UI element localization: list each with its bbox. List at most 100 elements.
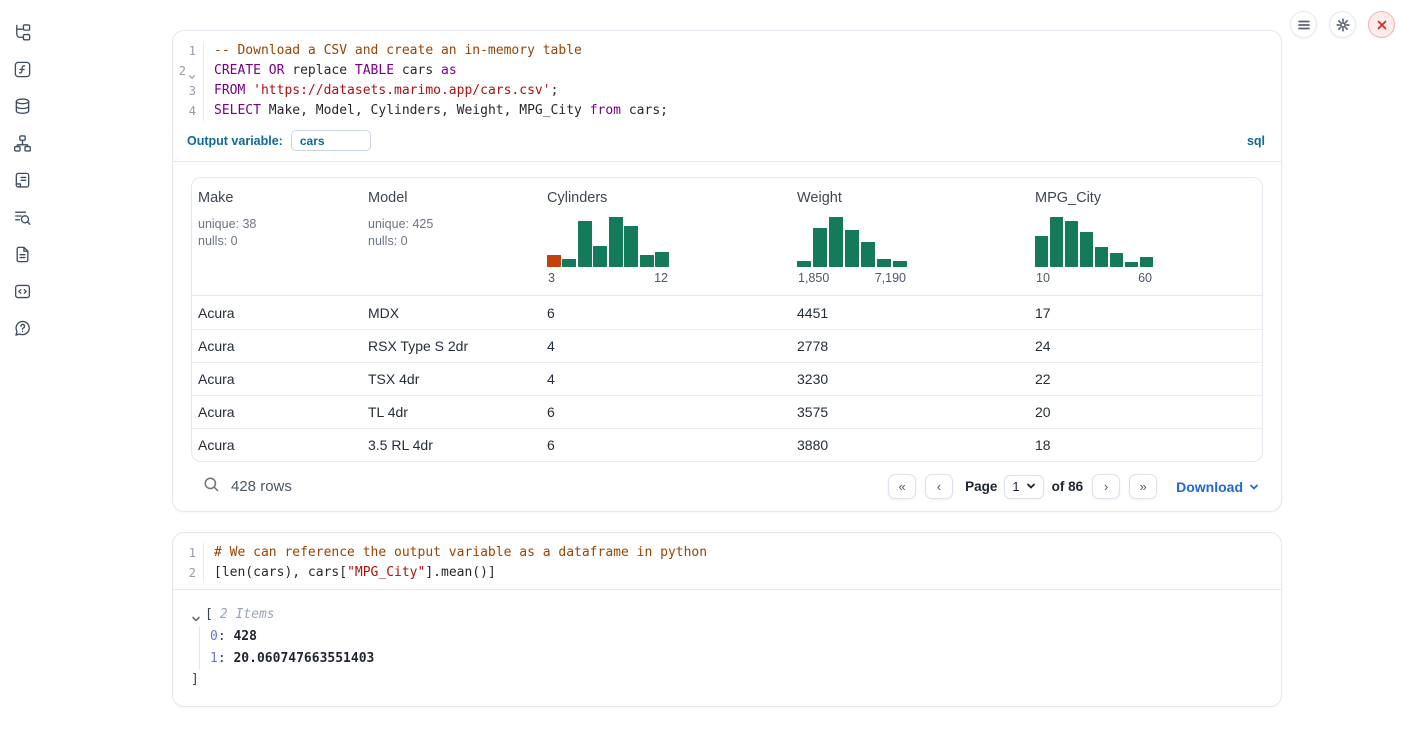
histogram-bar[interactable]	[877, 259, 891, 267]
histogram-range-labels: 312	[547, 271, 669, 285]
code-line: 1-- Download a CSV and create an in-memo…	[173, 41, 1281, 61]
snippets-icon[interactable]	[12, 281, 32, 301]
histogram-bar[interactable]	[562, 259, 576, 267]
table-row[interactable]: AcuraRSX Type S 2dr4277824	[192, 329, 1262, 362]
output-variable-input[interactable]	[291, 130, 371, 151]
table-row[interactable]: AcuraTL 4dr6357520	[192, 395, 1262, 428]
table-header: Makeunique: 38nulls: 0Modelunique: 425nu…	[192, 178, 1262, 296]
histogram-bar[interactable]	[813, 228, 827, 267]
histogram-bar[interactable]	[624, 226, 638, 267]
column-header-mpg_city[interactable]: MPG_City1060	[1029, 190, 1262, 285]
last-page-button[interactable]: »	[1129, 474, 1157, 499]
column-header-make[interactable]: Makeunique: 38nulls: 0	[192, 190, 362, 285]
histogram-bar[interactable]	[861, 242, 875, 267]
histogram-bar[interactable]	[1095, 247, 1108, 267]
table-cell: Acura	[192, 437, 362, 453]
column-title: MPG_City	[1035, 190, 1262, 206]
table-cell: 2778	[791, 338, 1029, 354]
column-header-model[interactable]: Modelunique: 425nulls: 0	[362, 190, 541, 285]
code-line: 3FROM 'https://datasets.marimo.app/cars.…	[173, 81, 1281, 101]
dependency-graph-icon[interactable]	[12, 133, 32, 153]
table-cell: 20	[1029, 404, 1262, 420]
null-count: nulls: 0	[198, 233, 362, 250]
code-text: FROM 'https://datasets.marimo.app/cars.c…	[204, 81, 558, 101]
histogram-bar[interactable]	[829, 217, 843, 267]
page-select[interactable]: 1	[1004, 475, 1043, 499]
column-histogram[interactable]	[797, 217, 907, 267]
histogram-bar[interactable]	[1035, 236, 1048, 267]
table-row[interactable]: AcuraTSX 4dr4323022	[192, 362, 1262, 395]
histogram-bar[interactable]	[547, 255, 561, 268]
scratchpad-icon[interactable]	[12, 170, 32, 190]
histogram-bar[interactable]	[655, 252, 669, 267]
column-header-cylinders[interactable]: Cylinders312	[541, 190, 791, 285]
histogram-bar[interactable]	[640, 255, 654, 267]
table-cell: 4	[541, 371, 791, 387]
table-cell: 3230	[791, 371, 1029, 387]
code-text: CREATE OR replace TABLE cars as	[204, 61, 457, 81]
table-cell: Acura	[192, 305, 362, 321]
histogram-bar[interactable]	[797, 261, 811, 267]
table-cell: RSX Type S 2dr	[362, 338, 541, 354]
table-cell: Acura	[192, 404, 362, 420]
close-icon[interactable]	[1368, 11, 1395, 38]
file-tree-icon[interactable]	[12, 22, 32, 42]
histogram-bar[interactable]	[578, 221, 592, 267]
fold-chevron-icon[interactable]	[188, 67, 196, 75]
column-stats: unique: 38nulls: 0	[198, 216, 362, 249]
tree-root-row: [ 2 Items	[191, 604, 1265, 625]
table-footer: 428 rows « ‹ Page 1 of 86 › » Download	[191, 474, 1263, 499]
table-row[interactable]: Acura3.5 RL 4dr6388018	[192, 428, 1262, 461]
table-cell: 3.5 RL 4dr	[362, 437, 541, 453]
histogram-bar[interactable]	[845, 230, 859, 268]
python-code-editor[interactable]: 1# We can reference the output variable …	[173, 533, 1281, 589]
table-cell: 3880	[791, 437, 1029, 453]
histogram-bar[interactable]	[1125, 262, 1138, 267]
column-histogram[interactable]	[547, 217, 669, 267]
next-page-button[interactable]: ›	[1092, 474, 1120, 499]
function-icon[interactable]	[12, 59, 32, 79]
documentation-icon[interactable]	[12, 244, 32, 264]
table-cell: TSX 4dr	[362, 371, 541, 387]
search-icon[interactable]	[203, 476, 220, 498]
line-number: 4	[173, 101, 204, 121]
table-cell: 3575	[791, 404, 1029, 420]
settings-gear-icon[interactable]	[1329, 11, 1356, 38]
tree-entries: 0: 4281: 20.060747663551403	[199, 626, 1265, 670]
collapse-chevron-icon[interactable]	[191, 610, 201, 620]
sql-cell-output: Makeunique: 38nulls: 0Modelunique: 425nu…	[173, 162, 1281, 511]
entry-value: 20.060747663551403	[233, 651, 374, 666]
line-number: 2	[173, 61, 204, 81]
histogram-bar[interactable]	[609, 217, 623, 267]
table-cell: TL 4dr	[362, 404, 541, 420]
download-button[interactable]: Download	[1176, 479, 1259, 495]
table-row[interactable]: AcuraMDX6445117	[192, 296, 1262, 329]
left-sidebar	[0, 0, 44, 729]
hist-min-label: 10	[1036, 271, 1050, 285]
help-icon[interactable]	[12, 318, 32, 338]
download-label: Download	[1176, 479, 1243, 495]
histogram-bar[interactable]	[1065, 221, 1078, 267]
table-cell: 22	[1029, 371, 1262, 387]
database-icon[interactable]	[12, 96, 32, 116]
column-histogram[interactable]	[1035, 217, 1153, 267]
table-cell: 4451	[791, 305, 1029, 321]
histogram-bar[interactable]	[593, 246, 607, 267]
page-total-label: of 86	[1052, 479, 1084, 494]
unique-count: unique: 38	[198, 216, 362, 233]
table-cell: MDX	[362, 305, 541, 321]
previous-page-button[interactable]: ‹	[925, 474, 953, 499]
histogram-bar[interactable]	[893, 261, 907, 267]
histogram-bar[interactable]	[1080, 232, 1093, 267]
column-header-weight[interactable]: Weight1,8507,190	[791, 190, 1029, 285]
find-search-icon[interactable]	[12, 207, 32, 227]
histogram-bar[interactable]	[1140, 257, 1153, 267]
close-bracket: ]	[191, 670, 1265, 690]
table-body: AcuraMDX6445117AcuraRSX Type S 2dr427782…	[192, 296, 1262, 461]
hist-max-label: 7,190	[875, 271, 906, 285]
histogram-bar[interactable]	[1110, 253, 1123, 267]
first-page-button[interactable]: «	[888, 474, 916, 499]
sql-code-editor[interactable]: 1-- Download a CSV and create an in-memo…	[173, 31, 1281, 127]
histogram-bar[interactable]	[1050, 217, 1063, 267]
menu-icon[interactable]	[1290, 11, 1317, 38]
